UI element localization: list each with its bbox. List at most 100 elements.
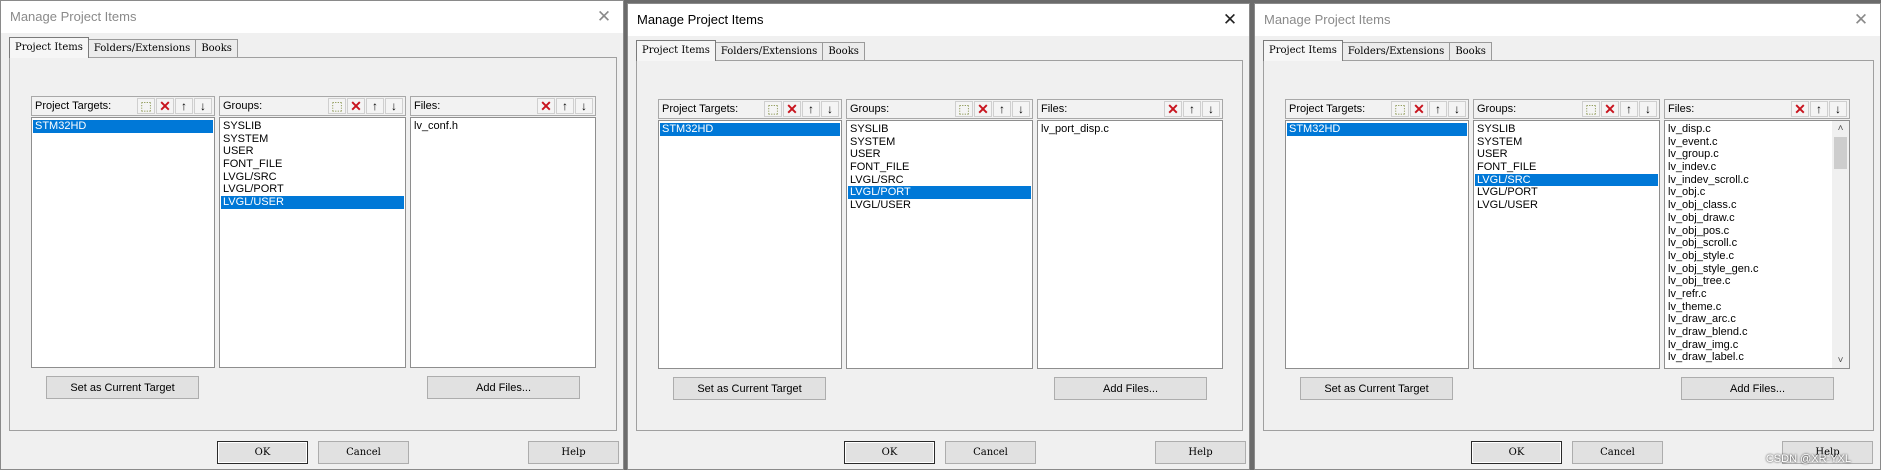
list-item[interactable]: SYSTEM [221,133,404,146]
list-item[interactable]: lv_obj_pos.c [1666,225,1848,238]
move-up-icon[interactable]: ↑ [802,101,820,117]
move-up-icon[interactable]: ↑ [1183,101,1201,117]
list-item[interactable]: lv_obj.c [1666,186,1848,199]
new-item-icon[interactable]: ⬚ [137,98,155,114]
list-item[interactable]: lv_draw_label.c [1666,351,1848,364]
move-up-icon[interactable]: ↑ [175,98,193,114]
move-down-icon[interactable]: ↓ [1448,101,1466,117]
list-item[interactable]: lv_draw_blend.c [1666,326,1848,339]
move-up-icon[interactable]: ↑ [1810,101,1828,117]
list-item[interactable]: lv_indev.c [1666,161,1848,174]
cancel-button[interactable]: Cancel [945,441,1036,464]
move-down-icon[interactable]: ↓ [1829,101,1847,117]
delete-icon[interactable]: ✕ [156,98,174,114]
help-button[interactable]: Help [528,441,619,464]
delete-icon[interactable]: ✕ [347,98,365,114]
move-down-icon[interactable]: ↓ [821,101,839,117]
list-item[interactable]: LVGL/SRC [848,174,1031,187]
list-item[interactable]: lv_obj_style_gen.c [1666,263,1848,276]
add-files-button[interactable]: Add Files... [1054,377,1207,400]
project-targets-panel-list[interactable]: STM32HD [31,117,215,368]
list-item[interactable]: lv_draw_arc.c [1666,313,1848,326]
scroll-up-icon[interactable]: ˄ [1832,121,1849,136]
groups-panel-list[interactable]: SYSLIB SYSTEM USER FONT_FILE LVGL/SRC LVGL/PO… [219,117,406,368]
list-item[interactable]: lv_draw_img.c [1666,339,1848,352]
list-item[interactable]: lv_refr.c [1666,288,1848,301]
tab-project-items[interactable]: Project Items [9,37,89,58]
delete-icon[interactable]: ✕ [974,101,992,117]
list-item[interactable]: LVGL/PORT [221,183,404,196]
list-item[interactable]: lv_port_disp.c [1039,123,1221,136]
new-item-icon[interactable]: ⬚ [1582,101,1600,117]
ok-button[interactable]: OK [1471,441,1562,464]
list-item[interactable]: lv_obj_tree.c [1666,275,1848,288]
cancel-button[interactable]: Cancel [1572,441,1663,464]
move-down-icon[interactable]: ↓ [1202,101,1220,117]
delete-icon[interactable]: ✕ [1791,101,1809,117]
move-down-icon[interactable]: ↓ [385,98,403,114]
files-scrollbar[interactable]: ˄ ˅ [1832,121,1849,368]
tab-books[interactable]: Books [822,42,865,61]
list-item[interactable]: USER [221,145,404,158]
files-panel-list[interactable]: lv_port_disp.c [1037,120,1223,369]
close-icon[interactable]: ✕ [1848,7,1874,33]
project-targets-panel-list[interactable]: STM32HD [658,120,842,369]
list-item[interactable]: FONT_FILE [221,158,404,171]
scroll-thumb[interactable] [1834,137,1847,169]
set-as-current-target-button[interactable]: Set as Current Target [673,377,826,400]
delete-icon[interactable]: ✕ [537,98,555,114]
list-item[interactable]: LVGL/USER [1475,199,1658,212]
delete-icon[interactable]: ✕ [1410,101,1428,117]
list-item[interactable]: SYSLIB [848,123,1031,136]
delete-icon[interactable]: ✕ [1164,101,1182,117]
list-item[interactable]: lv_obj_class.c [1666,199,1848,212]
list-item[interactable]: lv_disp.c [1666,123,1848,136]
list-item[interactable]: lv_obj_draw.c [1666,212,1848,225]
add-files-button[interactable]: Add Files... [427,376,580,399]
groups-panel-list[interactable]: SYSLIB SYSTEM USER FONT_FILE LVGL/SRC LVGL/PO… [1473,120,1660,369]
list-item[interactable]: USER [1475,148,1658,161]
move-up-icon[interactable]: ↑ [1429,101,1447,117]
list-item[interactable]: lv_indev_scroll.c [1666,174,1848,187]
tab-folders-extensions[interactable]: Folders/Extensions [1341,42,1451,61]
scroll-down-icon[interactable]: ˅ [1832,353,1849,368]
list-item[interactable]: LVGL/PORT [1475,186,1658,199]
move-down-icon[interactable]: ↓ [1012,101,1030,117]
list-item[interactable]: LVGL/USER [221,196,404,209]
list-item[interactable]: FONT_FILE [848,161,1031,174]
groups-panel-list[interactable]: SYSLIB SYSTEM USER FONT_FILE LVGL/SRC LVGL/PO… [846,120,1033,369]
project-targets-panel-list[interactable]: STM32HD [1285,120,1469,369]
new-item-icon[interactable]: ⬚ [1391,101,1409,117]
list-item[interactable]: lv_event.c [1666,136,1848,149]
list-item[interactable]: USER [848,148,1031,161]
set-as-current-target-button[interactable]: Set as Current Target [1300,377,1453,400]
move-up-icon[interactable]: ↑ [366,98,384,114]
tab-books[interactable]: Books [195,39,238,58]
new-item-icon[interactable]: ⬚ [955,101,973,117]
cancel-button[interactable]: Cancel [318,441,409,464]
list-item[interactable]: SYSLIB [1475,123,1658,136]
close-icon[interactable]: ✕ [1217,7,1243,33]
list-item[interactable]: lv_theme.c [1666,301,1848,314]
new-item-icon[interactable]: ⬚ [328,98,346,114]
files-panel-list[interactable]: lv_disp.c lv_event.c lv_group.c lv_indev.c l… [1664,120,1850,369]
list-item[interactable]: LVGL/PORT [848,186,1031,200]
tab-folders-extensions[interactable]: Folders/Extensions [87,39,197,58]
list-item[interactable]: LVGL/SRC [1475,173,1658,187]
list-item[interactable]: SYSTEM [1475,136,1658,149]
move-down-icon[interactable]: ↓ [1639,101,1657,117]
list-item[interactable]: LVGL/USER [848,199,1031,212]
new-item-icon[interactable]: ⬚ [764,101,782,117]
close-icon[interactable]: ✕ [591,4,617,30]
move-up-icon[interactable]: ↑ [556,98,574,114]
files-panel-list[interactable]: lv_conf.h [410,117,596,368]
list-item[interactable]: SYSLIB [221,120,404,133]
delete-icon[interactable]: ✕ [783,101,801,117]
list-item[interactable]: lv_obj_style.c [1666,250,1848,263]
tab-project-items[interactable]: Project Items [1263,40,1343,61]
list-item[interactable]: lv_conf.h [412,120,594,133]
list-item[interactable]: STM32HD [660,123,840,136]
ok-button[interactable]: OK [217,441,308,464]
tab-folders-extensions[interactable]: Folders/Extensions [714,42,824,61]
delete-icon[interactable]: ✕ [1601,101,1619,117]
